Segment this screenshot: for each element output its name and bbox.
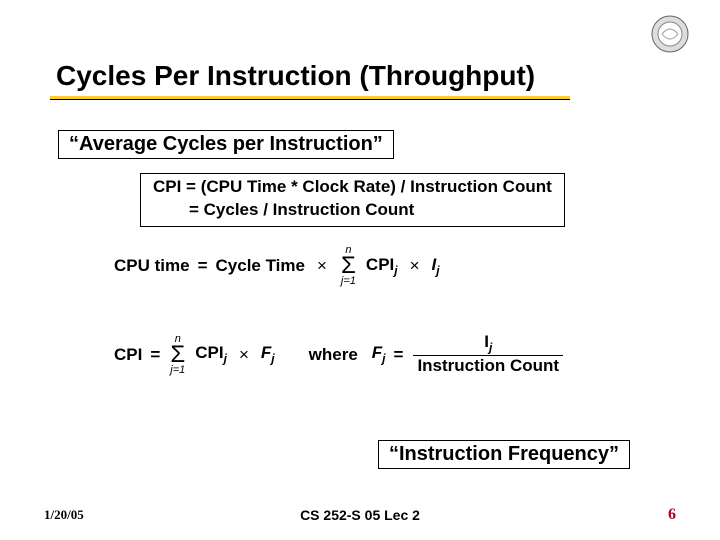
instruction-frequency-label: “Instruction Frequency” (378, 440, 630, 469)
slide-title: Cycles Per Instruction (Throughput) (56, 60, 535, 98)
cpi-formula-box: CPI = (CPU Time * Clock Rate) / Instruct… (140, 173, 565, 227)
cpi-j-term: CPIj (366, 255, 398, 277)
seal-logo-icon (650, 14, 690, 54)
equals-sign: = (198, 256, 208, 276)
cycle-time-label: Cycle Time (216, 256, 305, 276)
footer-course: CS 252-S 05 Lec 2 (300, 507, 420, 523)
cpi-label: CPI (114, 345, 142, 365)
where-label: where (309, 345, 358, 365)
equals-sign: = (394, 345, 404, 365)
cpu-time-label: CPU time (114, 256, 190, 276)
f-j-lhs: Fj (372, 343, 386, 365)
i-j-term: Ij (432, 255, 440, 277)
times-sign: × (317, 256, 327, 276)
cpi-equation: CPI = n Σ j=1 CPIj × Fj where Fj = Ij In… (114, 333, 690, 376)
cpi-formula-line1: CPI = (CPU Time * Clock Rate) / Instruct… (153, 176, 552, 199)
fraction: Ij Instruction Count (413, 333, 563, 376)
section-label-avg-cpi: “Average Cycles per Instruction” (58, 130, 394, 159)
sigma-icon: n Σ j=1 (170, 334, 185, 376)
footer-date: 1/20/05 (44, 507, 84, 523)
times-sign: × (410, 256, 420, 276)
slide: Cycles Per Instruction (Throughput) “Ave… (0, 0, 720, 540)
fraction-denominator: Instruction Count (413, 355, 563, 376)
cpi-j-term: CPIj (195, 343, 227, 365)
f-j-term: Fj (261, 343, 275, 365)
sigma-icon: n Σ j=1 (341, 245, 356, 287)
equals-sign: = (150, 345, 160, 365)
times-sign: × (239, 345, 249, 365)
footer: 1/20/05 CS 252-S 05 Lec 2 6 (0, 506, 720, 524)
fraction-numerator: Ij (480, 333, 496, 356)
footer-page-number: 6 (668, 506, 676, 524)
cpi-formula-line2: = Cycles / Instruction Count (153, 199, 552, 222)
cpu-time-equation: CPU time = Cycle Time × n Σ j=1 CPIj × I… (114, 245, 690, 287)
